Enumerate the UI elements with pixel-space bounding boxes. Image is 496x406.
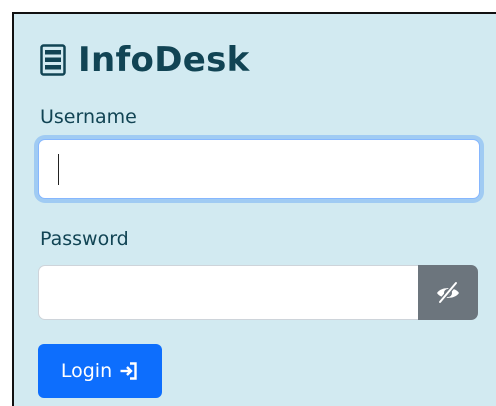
password-label: Password <box>40 228 129 250</box>
text-caret <box>58 154 59 185</box>
app-title: InfoDesk <box>78 40 250 80</box>
username-label: Username <box>40 106 137 128</box>
eye-slash-icon <box>437 280 459 304</box>
brand-header: InfoDesk <box>40 40 250 80</box>
server-icon <box>40 44 66 76</box>
toggle-password-visibility-button[interactable] <box>418 265 478 320</box>
box-arrow-in-right-icon <box>120 362 137 380</box>
password-input[interactable] <box>38 265 418 320</box>
login-button[interactable]: Login <box>38 344 162 398</box>
password-input-group <box>38 265 478 320</box>
login-button-label: Login <box>60 360 113 382</box>
login-panel: InfoDesk Username Password Login <box>12 12 496 406</box>
username-input[interactable] <box>38 139 480 199</box>
